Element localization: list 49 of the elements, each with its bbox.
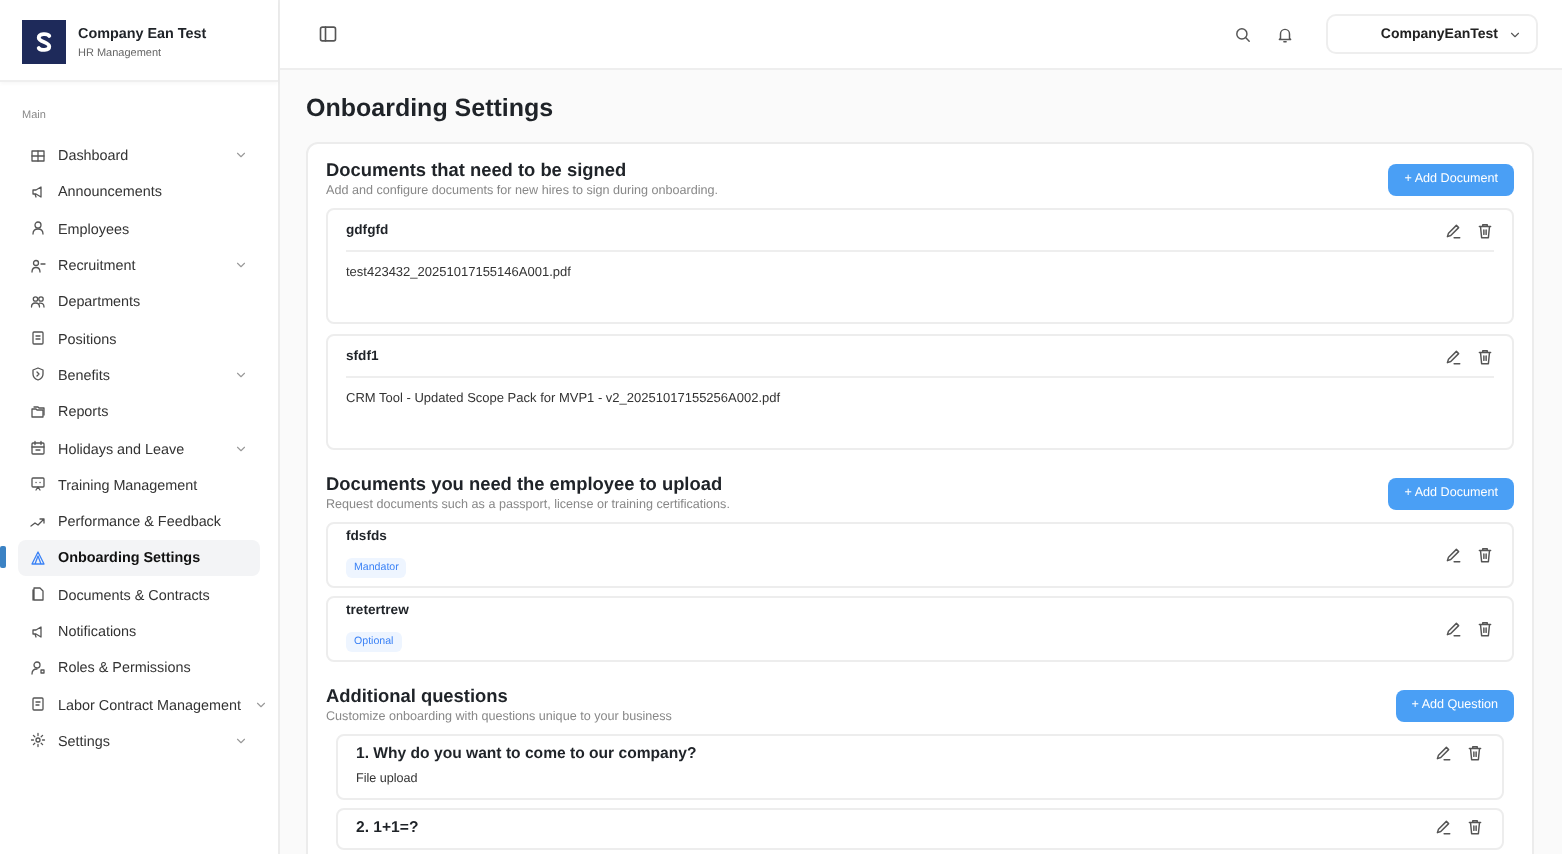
section-title: Documents you need the employee to upload [326, 474, 725, 494]
delete-button[interactable] [1466, 818, 1484, 836]
panel-icon [318, 24, 338, 44]
trash-icon [1466, 744, 1484, 762]
active-indicator [0, 546, 5, 569]
trash-icon [1476, 347, 1494, 365]
grid-icon [30, 147, 46, 164]
delete-button[interactable] [1476, 347, 1494, 365]
tent-icon [30, 549, 46, 566]
megaphone-icon [30, 623, 46, 639]
megaphone-icon [30, 183, 46, 200]
edit-button[interactable] [1444, 221, 1462, 239]
edit-button[interactable] [1444, 546, 1462, 564]
sidebar-toggle-button[interactable] [314, 20, 342, 48]
pencil-icon [1434, 818, 1452, 836]
section-title: Additional questions [326, 686, 510, 706]
person-plus-icon [30, 257, 46, 274]
pencil-icon [1444, 221, 1462, 239]
logo-icon [22, 20, 66, 64]
edit-button[interactable] [1434, 744, 1452, 762]
people-icon [30, 293, 46, 310]
delete-button[interactable] [1476, 620, 1494, 638]
trash-icon [1476, 221, 1494, 239]
search-icon [1234, 25, 1253, 43]
presentation-icon [30, 476, 46, 493]
edit-button[interactable] [1444, 620, 1462, 638]
pencil-icon [1434, 744, 1452, 762]
folders-icon [30, 403, 46, 420]
document-icon [30, 586, 46, 603]
person-icon [30, 220, 46, 237]
trash-icon [1476, 546, 1494, 564]
shield-icon [30, 366, 46, 383]
delete-button[interactable] [1466, 744, 1484, 762]
bell-icon [1276, 25, 1295, 43]
page-title: Onboarding Settings [306, 94, 556, 122]
edit-button[interactable] [1434, 818, 1452, 836]
chevron-down-icon [1508, 27, 1522, 41]
pencil-icon [1444, 546, 1462, 564]
calendar-icon [30, 440, 46, 457]
trash-icon [1476, 620, 1494, 638]
trend-icon [30, 513, 46, 530]
pencil-icon [1444, 347, 1462, 365]
delete-button[interactable] [1476, 221, 1494, 239]
section-title: Documents that need to be signed [326, 160, 629, 180]
edit-button[interactable] [1444, 347, 1462, 365]
delete-button[interactable] [1476, 546, 1494, 564]
pencil-icon [1444, 620, 1462, 638]
trash-icon [1466, 818, 1484, 836]
settings-icon [30, 732, 46, 749]
